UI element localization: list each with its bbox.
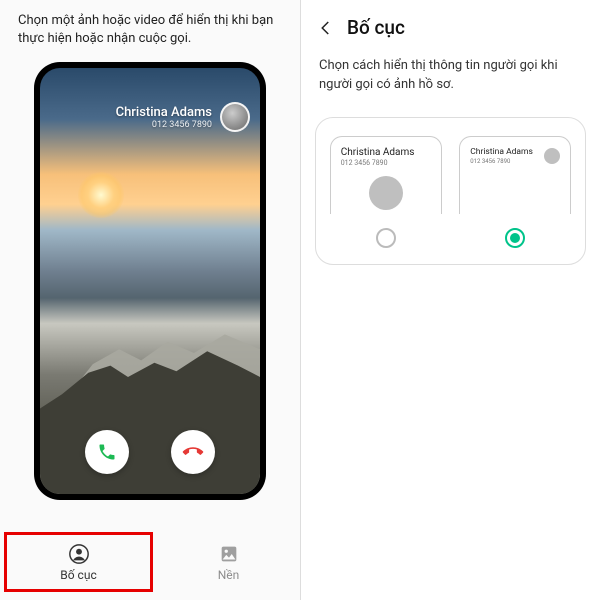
preview-number: 012 3456 7890 xyxy=(341,159,431,167)
caller-number: 012 3456 7890 xyxy=(116,120,212,130)
screen-title: Bố cục xyxy=(347,16,405,39)
person-icon xyxy=(68,543,90,565)
caller-info-bar: Christina Adams 012 3456 7890 xyxy=(116,102,250,132)
layout-preview-small: Christina Adams 012 3456 7890 xyxy=(459,136,571,214)
phone-preview-screen: Christina Adams 012 3456 7890 xyxy=(40,68,260,494)
layout-settings-panel: Bố cục Chọn cách hiển thị thông tin ngườ… xyxy=(300,0,600,600)
screen-description: Chọn cách hiển thị thông tin người gọi k… xyxy=(301,43,600,105)
layout-option-group: Christina Adams 012 3456 7890 Christina … xyxy=(315,117,586,265)
layout-option-small[interactable]: Christina Adams 012 3456 7890 xyxy=(456,136,576,248)
screen-header: Bố cục xyxy=(301,0,600,43)
phone-icon xyxy=(179,438,207,466)
sun-graphic xyxy=(78,172,124,218)
back-icon[interactable] xyxy=(317,19,335,37)
avatar-placeholder xyxy=(544,148,560,164)
radio-option-large[interactable] xyxy=(376,228,396,248)
radio-option-small[interactable] xyxy=(505,228,525,248)
tab-background[interactable]: Nền xyxy=(157,530,300,594)
caller-avatar xyxy=(220,102,250,132)
tab-background-label: Nền xyxy=(218,568,240,582)
accept-call-button[interactable] xyxy=(85,430,129,474)
caller-name: Christina Adams xyxy=(116,105,212,120)
tab-layout-label: Bố cục xyxy=(60,568,96,582)
bottom-tab-bar: Bố cục Nền xyxy=(0,530,300,594)
panel-description: Chọn một ảnh hoặc video để hiển thị khi … xyxy=(0,0,300,56)
decline-call-button[interactable] xyxy=(171,430,215,474)
image-icon xyxy=(218,543,240,565)
layout-option-large[interactable]: Christina Adams 012 3456 7890 xyxy=(326,136,446,248)
phone-icon xyxy=(97,442,117,462)
tab-layout[interactable]: Bố cục xyxy=(4,532,153,592)
avatar-placeholder xyxy=(369,176,403,210)
preview-name: Christina Adams xyxy=(470,147,533,157)
background-settings-panel: Chọn một ảnh hoặc video để hiển thị khi … xyxy=(0,0,300,600)
preview-name: Christina Adams xyxy=(341,147,431,158)
layout-preview-large: Christina Adams 012 3456 7890 xyxy=(330,136,442,214)
preview-number: 012 3456 7890 xyxy=(470,158,533,165)
phone-preview-frame: Christina Adams 012 3456 7890 xyxy=(34,62,266,500)
call-buttons-row xyxy=(40,430,260,474)
